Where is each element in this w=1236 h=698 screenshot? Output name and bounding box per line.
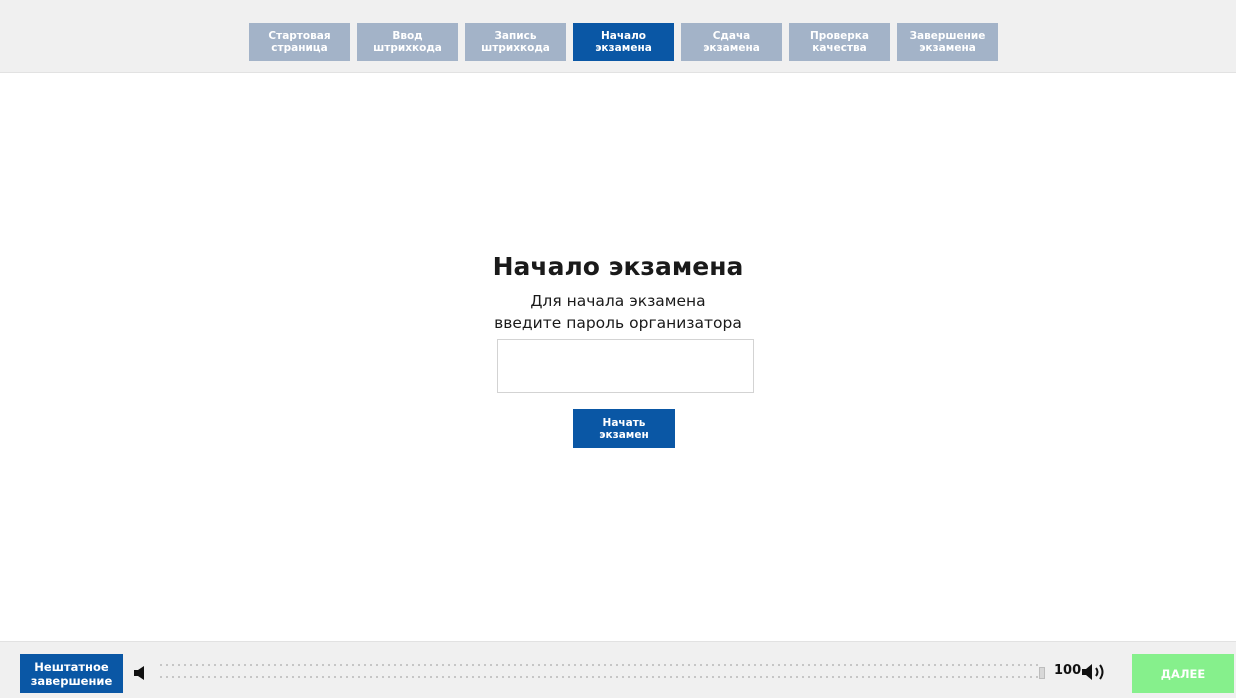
slider-track-dots-top xyxy=(158,664,1042,666)
volume-slider-handle[interactable] xyxy=(1039,667,1045,679)
step-barcode-input[interactable]: Ввод штрихкода xyxy=(357,23,458,61)
exam-start-panel: Начало экзамена Для начала экзамена введ… xyxy=(0,250,1236,334)
step-barcode-record[interactable]: Запись штрихкода xyxy=(465,23,566,61)
speaker-low-icon[interactable] xyxy=(133,665,147,681)
step-exam-finish[interactable]: Завершение экзамена xyxy=(897,23,998,61)
step-navigation-bar: Стартовая страница Ввод штрихкода Запись… xyxy=(0,0,1236,73)
page-instructions: Для начала экзамена введите пароль орган… xyxy=(494,292,742,332)
bottom-bar: Нештатное завершение 100 ДАЛЕЕ xyxy=(0,641,1236,698)
speaker-high-icon[interactable] xyxy=(1081,662,1111,682)
volume-value: 100 xyxy=(1054,663,1082,678)
step-exam-submit[interactable]: Сдача экзамена xyxy=(681,23,782,61)
page-title: Начало экзамена xyxy=(492,252,744,281)
volume-slider[interactable] xyxy=(158,661,1042,683)
step-exam-start[interactable]: Начало экзамена xyxy=(573,23,674,61)
slider-track-dots-bottom xyxy=(158,676,1042,678)
step-start-page[interactable]: Стартовая страница xyxy=(249,23,350,61)
start-exam-button[interactable]: Начать экзамен xyxy=(573,409,675,448)
next-button[interactable]: ДАЛЕЕ xyxy=(1132,654,1234,693)
emergency-finish-button[interactable]: Нештатное завершение xyxy=(20,654,123,693)
organizer-password-input[interactable] xyxy=(497,339,754,393)
exam-page: Стартовая страница Ввод штрихкода Запись… xyxy=(0,0,1236,698)
step-quality-check[interactable]: Проверка качества xyxy=(789,23,890,61)
step-list: Стартовая страница Ввод штрихкода Запись… xyxy=(249,23,1005,61)
